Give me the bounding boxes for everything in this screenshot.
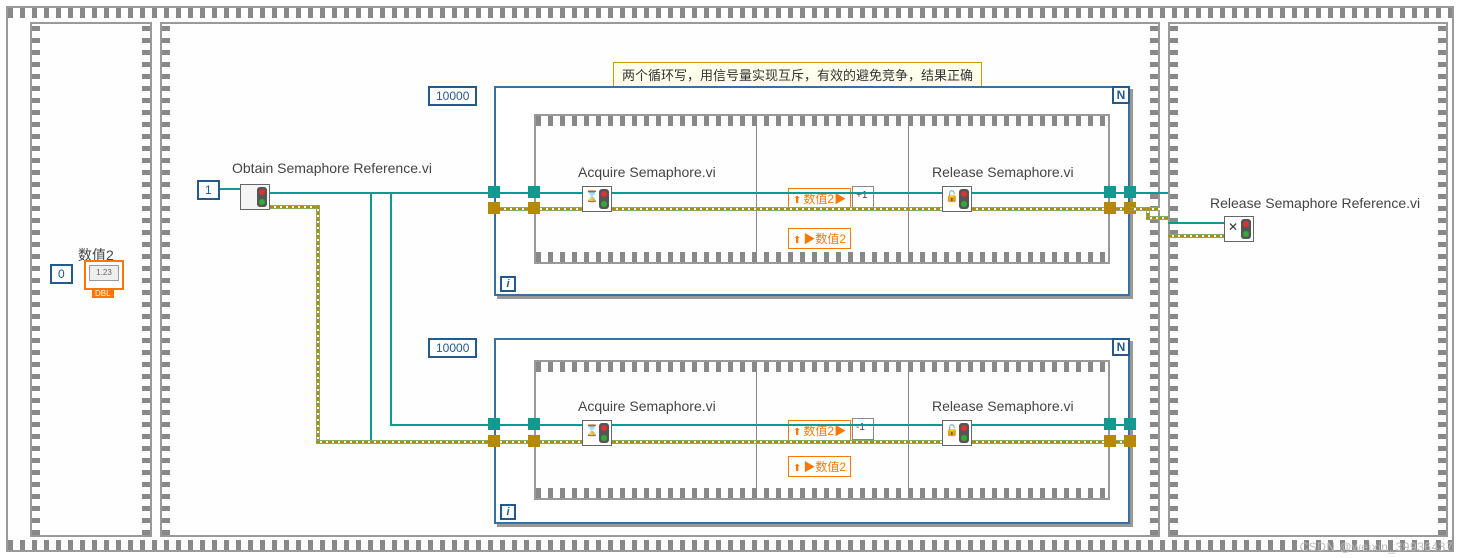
loop2-ref-in-tunnel2: [528, 418, 540, 430]
semaphore-icon: [599, 423, 609, 443]
loop2-ref-out-tunnel2: [1124, 418, 1136, 430]
loop2-decrement-node[interactable]: -1: [852, 418, 874, 440]
wire-l1-err-mid: [612, 207, 942, 211]
semaphore-size-constant: 1: [197, 180, 220, 200]
loop2-err-out-tunnel2: [1124, 435, 1136, 447]
wire-err-merge: [1130, 207, 1160, 211]
loop2-err-out-tunnel: [1104, 435, 1116, 447]
loop1-count-constant: 10000: [428, 86, 477, 106]
loop1-increment-node[interactable]: +1: [852, 186, 874, 208]
wire-ref-h1: [270, 192, 496, 194]
semaphore-icon: [959, 423, 969, 443]
wire-ref-branch-h: [390, 424, 582, 426]
loop2-release-node[interactable]: 🔓: [942, 420, 972, 446]
loop1-acquire-label: Acquire Semaphore.vi: [578, 164, 716, 180]
wire-l2-ref-mid: [612, 424, 942, 426]
wire-err-to-release: [1168, 234, 1224, 238]
loop1-err-in-tunnel2: [528, 202, 540, 214]
loop1-ref-in-tunnel2: [528, 186, 540, 198]
numeric-indicator-icon: DBL: [84, 260, 124, 290]
wire-l1-ref-mid: [612, 192, 942, 194]
watermark: CSDN @weixin_39936437: [1300, 540, 1453, 554]
loop2-acquire-label: Acquire Semaphore.vi: [578, 398, 716, 414]
obtain-semaphore-label: Obtain Semaphore Reference.vi: [232, 160, 432, 176]
loop1-div1: [756, 124, 757, 254]
loop2-ref-in-tunnel: [488, 418, 500, 430]
loop2-i-terminal: i: [500, 504, 516, 520]
loop1-ref-out-tunnel: [1104, 186, 1116, 198]
comment-banner: 两个循环写，用信号量实现互斥，有效的避免竞争，结果正确: [613, 62, 982, 87]
loop1-N-terminal: N: [1112, 86, 1130, 104]
dbl-type-tag: DBL: [92, 289, 114, 298]
loop1-release-label: Release Semaphore.vi: [932, 164, 1074, 180]
obtain-semaphore-node[interactable]: [240, 184, 270, 210]
wire-l2-err-mid: [612, 440, 942, 444]
loop1-err-out-tunnel: [1104, 202, 1116, 214]
release-semaphore-ref-node[interactable]: ✕: [1224, 216, 1254, 242]
release-ref-label: Release Semaphore Reference.vi: [1210, 195, 1420, 211]
loop2-N-terminal: N: [1112, 338, 1130, 356]
wire-err-branch-h: [316, 440, 582, 444]
loop2-acquire-node[interactable]: ⌛: [582, 420, 612, 446]
loop1-ref-in-tunnel: [488, 186, 500, 198]
wire-size: [220, 188, 240, 190]
loop2-release-label: Release Semaphore.vi: [932, 398, 1074, 414]
semaphore-icon: [1241, 219, 1251, 239]
loop2-err-in-tunnel2: [528, 435, 540, 447]
wire-err-h1: [270, 205, 320, 209]
wire-err-v1: [316, 205, 320, 443]
wire-ref-to-release: [1168, 222, 1224, 224]
loop1-i-terminal: i: [500, 276, 516, 292]
loop1-div2: [908, 124, 909, 254]
semaphore-icon: [959, 189, 969, 209]
loop2-ref-out-tunnel: [1104, 418, 1116, 430]
wire-ref-branch-v2: [370, 192, 372, 440]
loop1-release-node[interactable]: 🔓: [942, 186, 972, 212]
loop2-count-constant: 10000: [428, 338, 477, 358]
loop2-err-in-tunnel: [488, 435, 500, 447]
wire-ref-branch-v: [390, 192, 392, 424]
loop1-err-in-tunnel: [488, 202, 500, 214]
loop2-div1: [756, 370, 757, 490]
loop2-div2: [908, 370, 909, 490]
loop1-acquire-node[interactable]: ⌛: [582, 186, 612, 212]
loop2-write-local[interactable]: ▶数值2: [788, 456, 851, 477]
init-constant: 0: [50, 264, 73, 284]
frame-cleanup: [1168, 22, 1448, 537]
loop1-write-local[interactable]: ▶数值2: [788, 228, 851, 249]
semaphore-icon: [599, 189, 609, 209]
semaphore-icon: [257, 187, 267, 207]
